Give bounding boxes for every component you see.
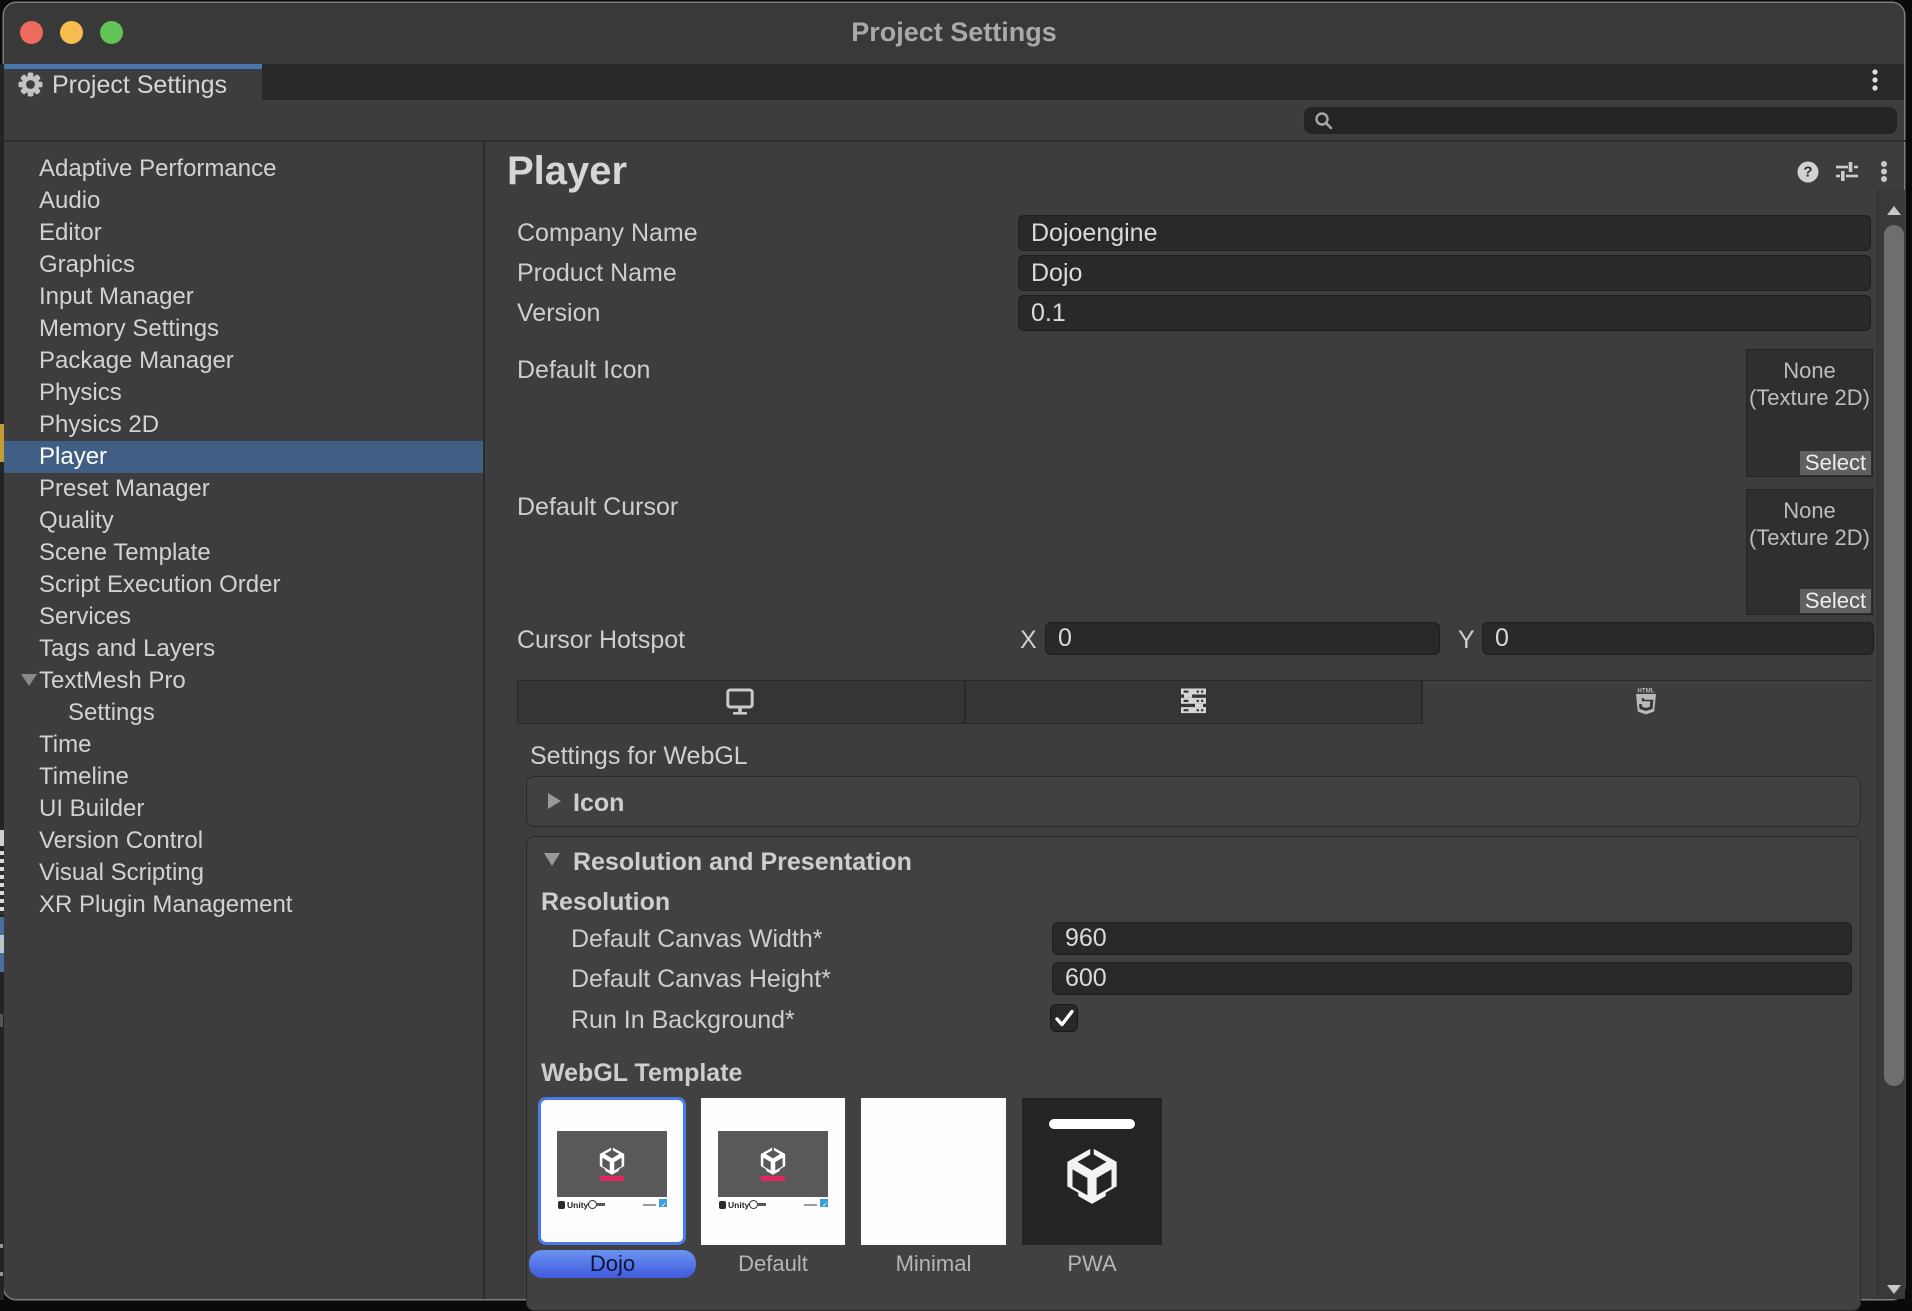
svg-text:?: ? bbox=[1803, 164, 1812, 181]
svg-text:HTML: HTML bbox=[1637, 688, 1654, 695]
